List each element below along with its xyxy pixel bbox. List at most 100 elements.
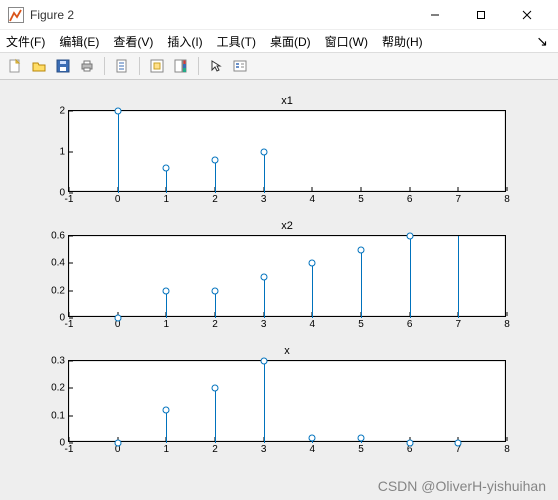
xtick-label: 3 bbox=[261, 319, 267, 330]
menu-view[interactable]: 查看(V) bbox=[113, 33, 153, 50]
xtick-label: -1 bbox=[65, 319, 74, 330]
xtick-label: 2 bbox=[212, 444, 218, 455]
maximize-button[interactable] bbox=[458, 0, 504, 30]
stem-marker bbox=[406, 440, 413, 447]
ytick-label: 0.1 bbox=[51, 410, 65, 421]
stem-marker bbox=[163, 165, 170, 172]
menu-desktop[interactable]: 桌面(D) bbox=[270, 33, 311, 50]
xtick-label: 2 bbox=[212, 319, 218, 330]
xtick-label: 2 bbox=[212, 194, 218, 205]
stem-marker bbox=[406, 233, 413, 240]
window-title: Figure 2 bbox=[30, 8, 412, 22]
stem-line bbox=[312, 263, 313, 318]
stem-line bbox=[410, 236, 411, 318]
ytick-label: 0.2 bbox=[51, 285, 65, 296]
menu-edit[interactable]: 编辑(E) bbox=[59, 33, 99, 50]
axes-1[interactable]: x1012-1012345678 bbox=[68, 110, 506, 192]
stem-marker bbox=[163, 287, 170, 294]
xtick-label: 1 bbox=[164, 444, 170, 455]
open-button[interactable] bbox=[28, 55, 50, 77]
save-button[interactable] bbox=[52, 55, 74, 77]
xtick-label: 5 bbox=[358, 194, 364, 205]
stem-line bbox=[118, 111, 119, 193]
stem-marker bbox=[358, 434, 365, 441]
ytick-label: 0.3 bbox=[51, 356, 65, 367]
stem-line bbox=[264, 361, 265, 443]
xtick-label: 4 bbox=[310, 319, 316, 330]
xtick-label: 1 bbox=[164, 194, 170, 205]
axes-title: x bbox=[69, 345, 505, 357]
colorbar-button[interactable] bbox=[170, 55, 192, 77]
stem-marker bbox=[212, 385, 219, 392]
menu-help[interactable]: 帮助(H) bbox=[382, 33, 423, 50]
minimize-button[interactable] bbox=[412, 0, 458, 30]
stem-line bbox=[215, 160, 216, 193]
ytick-label: 1 bbox=[59, 147, 65, 158]
stem-marker bbox=[260, 274, 267, 281]
xtick-label: 6 bbox=[407, 319, 413, 330]
xtick-label: 5 bbox=[358, 444, 364, 455]
axes-title: x1 bbox=[69, 95, 505, 107]
stem-line bbox=[166, 168, 167, 193]
axes-2[interactable]: x200.20.40.6-1012345678 bbox=[68, 235, 506, 317]
stem-marker bbox=[212, 287, 219, 294]
matlab-figure-icon bbox=[8, 7, 24, 23]
xtick-label: 4 bbox=[310, 194, 316, 205]
xtick-label: -1 bbox=[65, 444, 74, 455]
axes-3[interactable]: x00.10.20.3-1012345678 bbox=[68, 360, 506, 442]
xtick-label: 1 bbox=[164, 319, 170, 330]
xtick-label: 5 bbox=[358, 319, 364, 330]
new-figure-button[interactable] bbox=[4, 55, 26, 77]
edit-plot-button[interactable] bbox=[205, 55, 227, 77]
stem-marker bbox=[212, 157, 219, 164]
stem-marker bbox=[114, 108, 121, 115]
xtick-label: 6 bbox=[407, 194, 413, 205]
ytick-label: 0.6 bbox=[51, 231, 65, 242]
menu-insert[interactable]: 插入(I) bbox=[167, 33, 202, 50]
toolbar bbox=[0, 52, 558, 80]
xtick-label: 3 bbox=[261, 444, 267, 455]
xtick-label: 4 bbox=[310, 444, 316, 455]
menu-tools[interactable]: 工具(T) bbox=[217, 33, 256, 50]
stem-marker bbox=[260, 358, 267, 365]
stem-line bbox=[264, 277, 265, 318]
xtick-label: 7 bbox=[456, 194, 462, 205]
xtick-label: 8 bbox=[504, 319, 510, 330]
figure-canvas: CSDN @OliverH-yishuihan x1012-1012345678… bbox=[0, 80, 558, 500]
data-cursor-button[interactable] bbox=[146, 55, 168, 77]
menu-file[interactable]: 文件(F) bbox=[6, 33, 45, 50]
link-axes-button[interactable] bbox=[111, 55, 133, 77]
xtick-label: 0 bbox=[115, 194, 121, 205]
stem-marker bbox=[358, 246, 365, 253]
titlebar: Figure 2 bbox=[0, 0, 558, 30]
stem-line bbox=[361, 250, 362, 318]
ytick-label: 0.4 bbox=[51, 258, 65, 269]
stem-line bbox=[458, 236, 459, 318]
insert-legend-button[interactable] bbox=[229, 55, 251, 77]
ytick-label: 0.2 bbox=[51, 383, 65, 394]
stem-marker bbox=[309, 434, 316, 441]
stem-line bbox=[215, 291, 216, 318]
stem-marker bbox=[455, 440, 462, 447]
stem-line bbox=[264, 152, 265, 193]
stem-marker bbox=[114, 440, 121, 447]
print-button[interactable] bbox=[76, 55, 98, 77]
close-button[interactable] bbox=[504, 0, 550, 30]
stem-marker bbox=[114, 315, 121, 322]
xtick-label: 8 bbox=[504, 194, 510, 205]
menubar: 文件(F) 编辑(E) 查看(V) 插入(I) 工具(T) 桌面(D) 窗口(W… bbox=[0, 30, 558, 52]
axes-title: x2 bbox=[69, 220, 505, 232]
menu-window[interactable]: 窗口(W) bbox=[325, 33, 368, 50]
stem-marker bbox=[163, 407, 170, 414]
watermark: CSDN @OliverH-yishuihan bbox=[378, 478, 546, 494]
stem-line bbox=[166, 291, 167, 318]
stem-marker bbox=[309, 260, 316, 267]
xtick-label: 7 bbox=[456, 319, 462, 330]
ytick-label: 2 bbox=[59, 106, 65, 117]
stem-line bbox=[215, 388, 216, 443]
menu-dock-icon[interactable]: ↘ bbox=[536, 33, 552, 50]
xtick-label: -1 bbox=[65, 194, 74, 205]
xtick-label: 8 bbox=[504, 444, 510, 455]
stem-line bbox=[166, 410, 167, 443]
stem-marker bbox=[260, 149, 267, 156]
